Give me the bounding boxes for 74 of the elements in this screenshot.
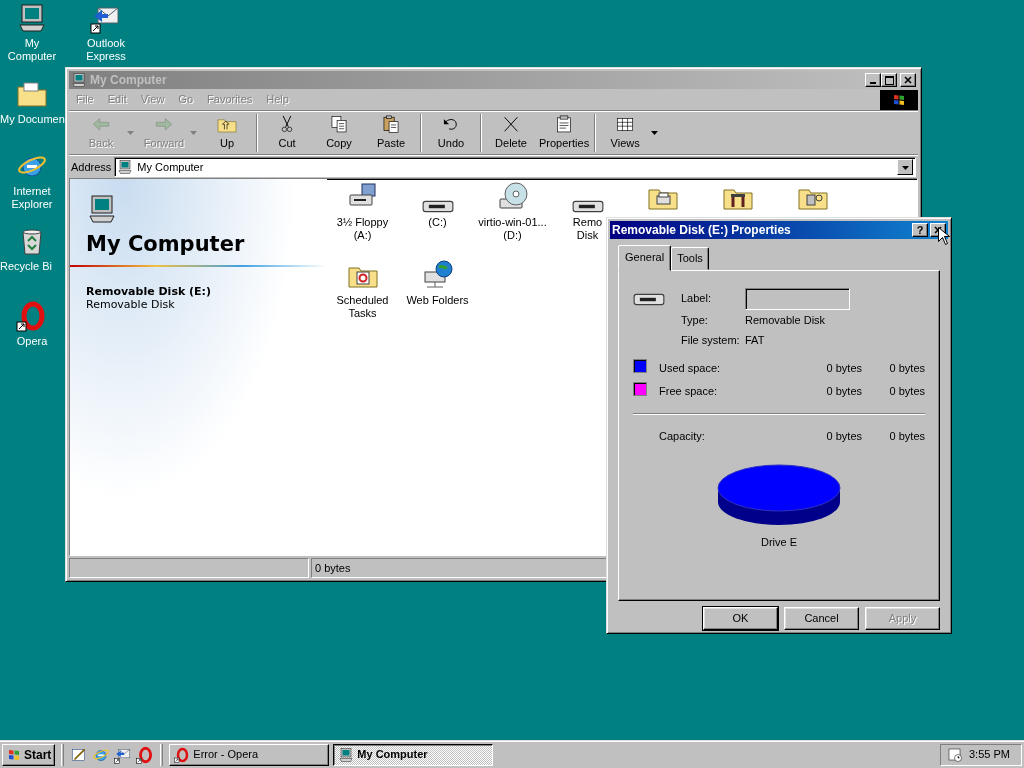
toolbar-button[interactable]: Views (599, 114, 663, 152)
caret-icon (651, 130, 659, 135)
field-value: FAT (745, 333, 765, 349)
caret-icon (190, 130, 197, 135)
computer-icon (117, 159, 134, 175)
drive-item[interactable]: Web Folders (406, 257, 469, 307)
desktop-shortcut[interactable]: My Computer (0, 2, 64, 63)
desktop-shortcut[interactable]: Opera (0, 300, 64, 348)
ring-icon (174, 746, 191, 763)
byte-count: 0 bytes (825, 428, 862, 444)
minimize-button[interactable] (865, 73, 881, 87)
selection-name: Removable Disk (E:) (86, 285, 213, 298)
ring-icon[interactable] (136, 745, 155, 764)
toolbar-button[interactable]: Paste (365, 114, 417, 152)
maximize-button[interactable] (881, 73, 897, 87)
web-folder-icon (421, 259, 454, 291)
drive-caption: Drive E (759, 534, 799, 550)
computer-icon (338, 746, 355, 763)
address-field[interactable]: My Computer (114, 157, 916, 177)
toolbar-button[interactable]: Up (201, 114, 253, 152)
maximize-icon (884, 75, 894, 85)
selection-type: Removable Disk (86, 298, 176, 311)
tab[interactable]: Tools (671, 247, 709, 270)
start-button[interactable]: Start (2, 743, 56, 766)
desktop-shortcut[interactable]: Outlook Express (74, 2, 138, 63)
toolbar-button[interactable]: Cut (261, 114, 313, 152)
computer-icon (71, 72, 87, 88)
toolbar-button[interactable]: Properties (537, 114, 592, 152)
toolbar-button[interactable]: Undo (425, 114, 477, 152)
toolbar-button[interactable]: Copy (313, 114, 365, 152)
dialog-button[interactable]: Cancel (784, 607, 859, 630)
usage-label: Used space: (659, 360, 722, 376)
caret-icon (901, 163, 909, 171)
field-value: Removable Disk (745, 313, 826, 329)
byte-count: 0 bytes (825, 383, 862, 399)
usage-label: Capacity: (659, 428, 706, 444)
cursor-icon (938, 227, 951, 248)
desktop-shortcut[interactable]: My Documen (0, 78, 65, 126)
field-label: Label: (681, 291, 712, 307)
computer-icon (86, 193, 118, 225)
drive-icon (571, 200, 604, 213)
drive-item[interactable]: (C:) (421, 179, 454, 229)
size-value: 0 bytes (888, 383, 925, 399)
usage-label: Free space: (659, 383, 719, 399)
dialog-button[interactable]: OK (703, 607, 778, 630)
pane-title: My Computer (86, 231, 246, 257)
caret-icon (127, 130, 134, 135)
drive-icon (421, 200, 454, 213)
close-button[interactable] (900, 73, 916, 87)
desktop-shortcut[interactable]: Recycle Bi (0, 225, 52, 273)
dialog-title: Removable Disk (E:) Properties (612, 222, 792, 239)
size-value: 0 bytes (888, 428, 925, 444)
field-label: File system: (681, 333, 741, 349)
taskbar-button[interactable]: Error - Opera (169, 743, 330, 766)
window-title: My Computer (90, 72, 168, 89)
tab[interactable]: General (618, 245, 672, 271)
byte-count: 0 bytes (825, 360, 862, 376)
drive-item[interactable]: virtio-win-01... (D:) (476, 179, 549, 242)
field-label: Type: (681, 313, 709, 329)
dropdown-button[interactable] (897, 159, 913, 175)
toolbar-button[interactable]: Delete (485, 114, 537, 152)
close-icon (904, 76, 912, 84)
drive-item[interactable]: 3½ Floppy (A:) (326, 179, 399, 242)
size-value: 0 bytes (888, 360, 925, 376)
address-label: Address (71, 159, 112, 175)
drive-item[interactable]: Scheduled Tasks (326, 257, 399, 320)
drive-icon (633, 292, 665, 306)
computer-icon (16, 2, 48, 34)
taskbar-button[interactable]: My Computer (333, 743, 494, 766)
desktop-shortcut[interactable]: Internet Explorer (0, 150, 64, 211)
help-button[interactable]: ? (912, 223, 928, 237)
scheduler-icon (947, 746, 963, 763)
clock: 3:55 PM (969, 747, 1010, 763)
drive-item[interactable]: Remo Disk (571, 179, 604, 242)
